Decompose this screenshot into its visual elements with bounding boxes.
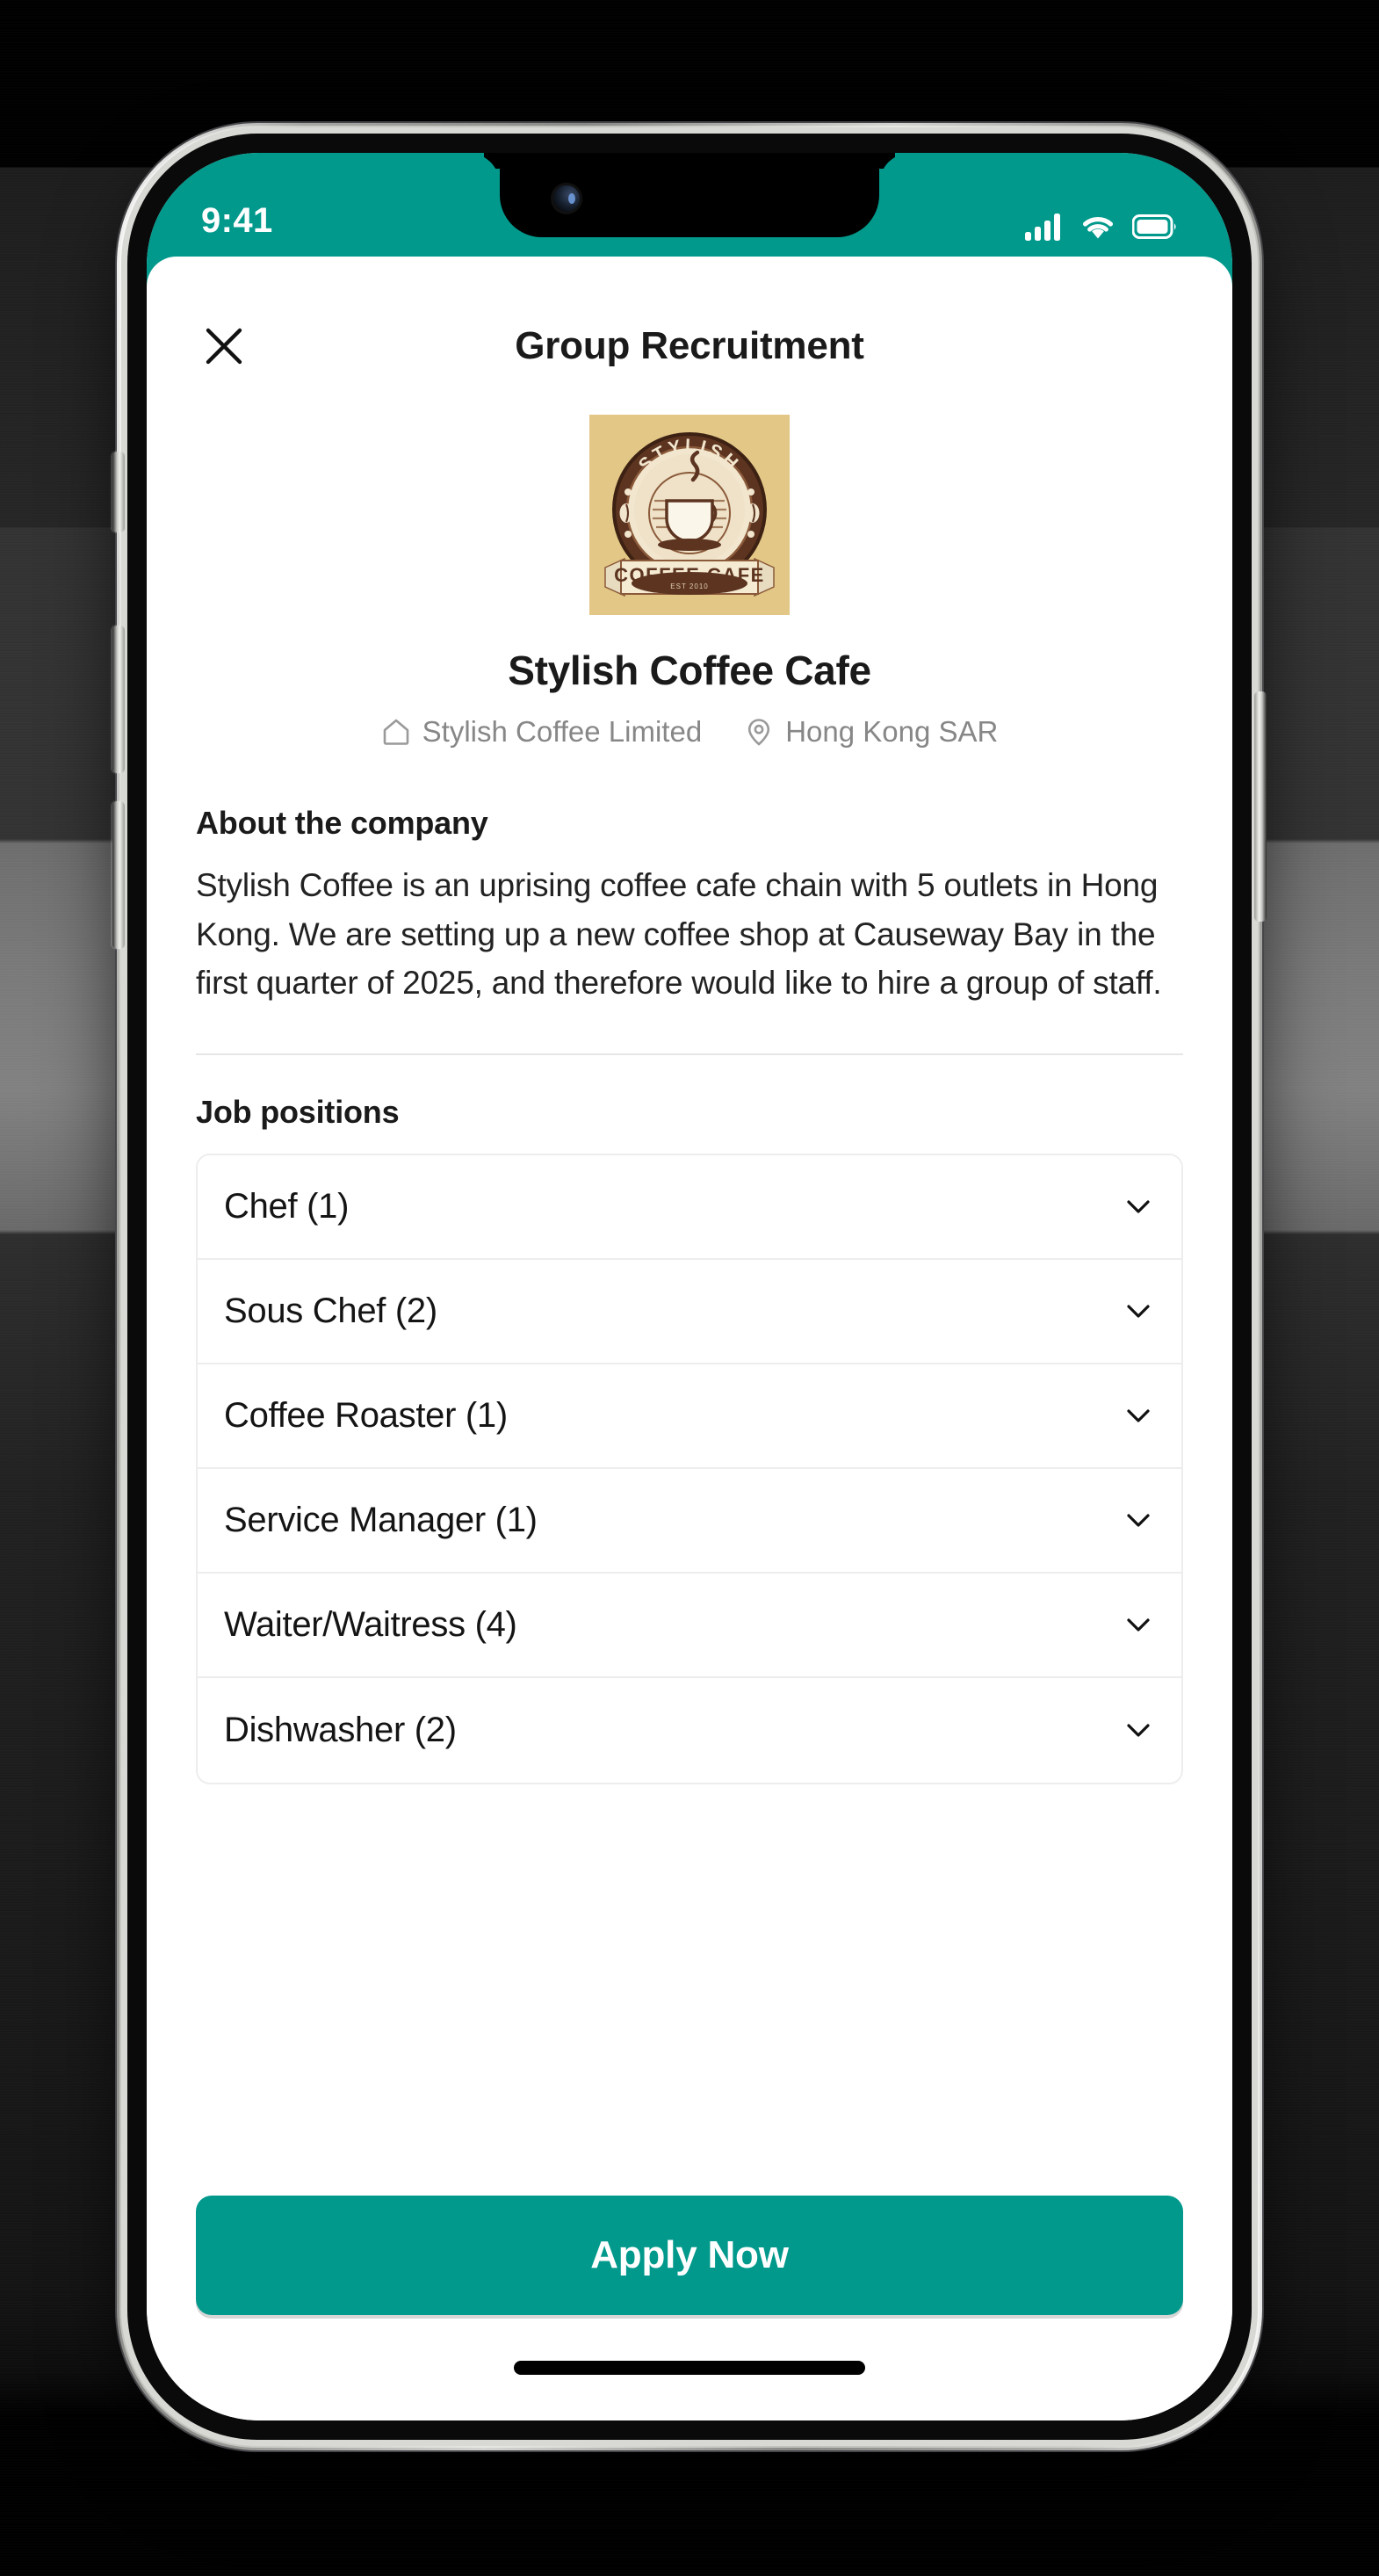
home-icon	[383, 719, 408, 745]
status-bar: 9:41	[147, 153, 1232, 257]
home-indicator[interactable]	[514, 2361, 865, 2375]
chevron-down-icon[interactable]	[1123, 1505, 1153, 1535]
job-position-row[interactable]: Coffee Roaster (1)	[198, 1364, 1181, 1469]
location-label: Hong Kong SAR	[785, 715, 999, 748]
location-item: Hong Kong SAR	[744, 715, 998, 749]
volume-up-button[interactable]	[112, 626, 125, 773]
svg-text:EST 2010: EST 2010	[670, 582, 708, 590]
legal-entity-item: Stylish Coffee Limited	[381, 715, 703, 749]
section-divider	[196, 1053, 1183, 1055]
front-camera-icon	[551, 183, 582, 214]
job-positions-heading: Job positions	[196, 1093, 400, 1130]
job-position-label: Dishwasher (2)	[224, 1710, 457, 1749]
wifi-icon	[1083, 217, 1113, 239]
chevron-down-icon[interactable]	[1123, 1400, 1153, 1430]
status-bar-indicators	[1025, 213, 1178, 241]
close-button[interactable]	[196, 318, 252, 374]
about-heading: About the company	[196, 805, 488, 841]
status-bar-time: 9:41	[201, 201, 273, 240]
chevron-down-icon[interactable]	[1123, 1715, 1153, 1745]
job-position-label: Waiter/Waitress (4)	[224, 1604, 517, 1644]
legal-entity-label: Stylish Coffee Limited	[422, 715, 703, 748]
app-header: Group Recruitment	[147, 290, 1232, 402]
job-positions-list: Chef (1) Sous Chef (2) Coffee Roaster (1) S…	[196, 1153, 1183, 1784]
mute-switch-button[interactable]	[112, 452, 125, 532]
job-position-row[interactable]: Waiter/Waitress (4)	[198, 1573, 1181, 1678]
apply-now-button[interactable]: Apply Now	[196, 2196, 1183, 2315]
chevron-down-icon[interactable]	[1123, 1191, 1153, 1221]
power-button[interactable]	[1254, 691, 1267, 922]
chevron-down-icon[interactable]	[1123, 1296, 1153, 1326]
job-position-label: Chef (1)	[224, 1186, 350, 1226]
display-notch	[500, 153, 879, 237]
location-pin-icon	[748, 719, 770, 746]
job-position-label: Sous Chef (2)	[224, 1291, 437, 1330]
company-name: Stylish Coffee Cafe	[508, 648, 871, 693]
phone-screen: 9:41 Group Recruitment STYLISH COFFEE CA…	[147, 153, 1232, 2420]
cta-zone: Apply Now	[147, 2196, 1232, 2315]
job-position-row[interactable]: Dishwasher (2)	[198, 1677, 1181, 1783]
job-position-label: Service Manager (1)	[224, 1500, 538, 1539]
sheet-top-curve	[147, 257, 1232, 290]
close-icon	[206, 328, 242, 365]
page-title: Group Recruitment	[515, 324, 864, 367]
volume-down-button[interactable]	[112, 801, 125, 949]
job-position-label: Coffee Roaster (1)	[224, 1395, 508, 1435]
company-logo: STYLISH COFFEE CAFE EST 2010	[589, 415, 790, 615]
job-position-row[interactable]: Service Manager (1)	[198, 1468, 1181, 1574]
battery-icon	[1132, 214, 1176, 239]
scroll-content[interactable]: STYLISH COFFEE CAFE EST 2010 Stylish Cof…	[147, 402, 1232, 2196]
company-logo-wrapper: STYLISH COFFEE CAFE EST 2010	[196, 415, 1183, 615]
job-position-row[interactable]: Chef (1)	[198, 1154, 1181, 1260]
about-body: Stylish Coffee is an uprising coffee caf…	[196, 867, 1162, 1001]
company-meta-row: Stylish Coffee Limited Hong Kong SAR	[196, 715, 1183, 749]
job-position-row[interactable]: Sous Chef (2)	[198, 1259, 1181, 1364]
cellular-signal-icon	[1025, 213, 1060, 241]
group-recruitment-screen: Group Recruitment STYLISH COFFEE CAFE ES…	[147, 290, 1232, 2420]
home-indicator-zone	[147, 2315, 1232, 2420]
chevron-down-icon[interactable]	[1123, 1610, 1153, 1639]
phone-device-frame: 9:41 Group Recruitment STYLISH COFFEE CA…	[112, 134, 1267, 2440]
